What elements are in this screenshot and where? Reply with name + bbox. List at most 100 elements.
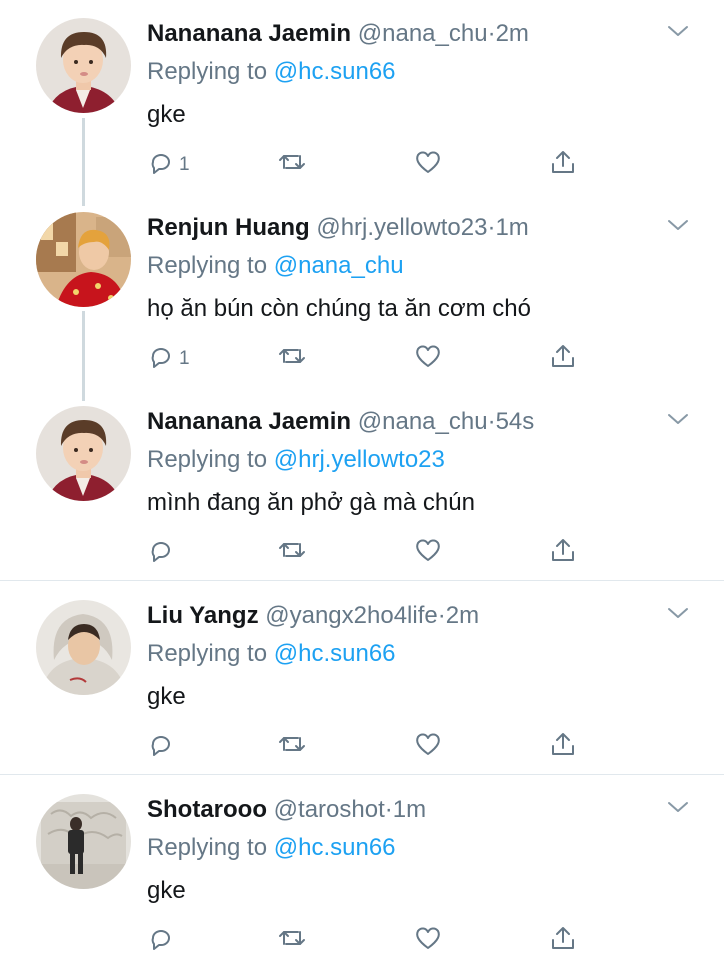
replying-to-handle[interactable]: @hc.sun66 (274, 640, 396, 667)
tweet-body: Nananana Jaemin @nana_chu·54s Replying t… (147, 408, 684, 518)
tweet-header: Nananana Jaemin @nana_chu·2m (147, 20, 684, 48)
chevron-down-icon[interactable] (666, 604, 690, 622)
retweet-button[interactable] (277, 922, 307, 954)
tweet-actions (147, 534, 587, 566)
chevron-down-icon[interactable] (666, 798, 690, 816)
replying-to: Replying to @hrj.yellowto23 (147, 446, 684, 474)
retweet-icon (279, 349, 305, 363)
reply-button[interactable] (147, 922, 179, 954)
replying-to-label: Replying to (147, 834, 268, 861)
tweet-divider (0, 774, 724, 775)
reply-count: 1 (179, 348, 190, 369)
avatar[interactable] (36, 212, 131, 307)
chevron-down-icon[interactable] (666, 22, 690, 40)
like-button[interactable] (413, 146, 443, 178)
chevron-down-icon[interactable] (666, 410, 690, 428)
chevron-down-icon[interactable] (666, 216, 690, 234)
separator-dot: · (384, 796, 393, 823)
replying-to: Replying to @hc.sun66 (147, 58, 684, 86)
reply-icon (151, 930, 170, 950)
separator-dot: · (487, 408, 496, 435)
tweet[interactable]: Nananana Jaemin @nana_chu·2m Replying to… (0, 0, 724, 196)
tweet-time[interactable]: 2m (446, 602, 479, 629)
author-handle[interactable]: @hrj.yellowto23 (316, 214, 487, 241)
tweet-time[interactable]: 1m (495, 214, 528, 241)
share-button[interactable] (549, 534, 577, 566)
replying-to-handle[interactable]: @nana_chu (274, 252, 404, 279)
tweet[interactable]: Shotarooo @taroshot·1m Replying to @hc.s… (0, 776, 724, 960)
share-icon (552, 539, 574, 561)
avatar-image (36, 794, 131, 889)
reply-icon (151, 154, 170, 174)
tweet-time[interactable]: 1m (393, 796, 426, 823)
author-name[interactable]: Renjun Huang (147, 214, 310, 241)
like-button[interactable] (413, 728, 443, 760)
heart-icon (416, 345, 440, 367)
retweet-button[interactable] (277, 340, 307, 372)
replying-to-label: Replying to (147, 252, 268, 279)
tweet-text: mình đang ăn phở gà mà chún (147, 489, 475, 516)
tweet-text: gke (147, 101, 186, 128)
author-handle[interactable]: @taroshot (274, 796, 385, 823)
share-button[interactable] (549, 728, 577, 760)
retweet-icon (279, 155, 305, 169)
share-button[interactable] (549, 340, 577, 372)
replying-to-handle[interactable]: @hc.sun66 (274, 58, 396, 85)
share-icon (552, 927, 574, 949)
author-handle[interactable]: @yangx2ho4life (265, 602, 437, 629)
tweet-body: Liu Yangz @yangx2ho4life·2m Replying to … (147, 602, 684, 712)
share-button[interactable] (549, 146, 577, 178)
reply-icon (151, 736, 170, 756)
tweet[interactable]: Liu Yangz @yangx2ho4life·2m Replying to … (0, 582, 724, 774)
tweet-text: họ ăn bún còn chúng ta ăn cơm chó (147, 295, 531, 322)
reply-button[interactable]: 1 (147, 340, 190, 372)
share-icon (552, 733, 574, 755)
reply-button[interactable]: 1 (147, 146, 190, 178)
heart-icon (416, 927, 440, 949)
reply-button[interactable] (147, 534, 179, 566)
tweet[interactable]: Nananana Jaemin @nana_chu·54s Replying t… (0, 388, 724, 580)
avatar[interactable] (36, 600, 131, 695)
tweet-actions: 1 (147, 340, 587, 372)
heart-icon (416, 539, 440, 561)
avatar-image (36, 18, 131, 113)
author-name[interactable]: Liu Yangz (147, 602, 259, 629)
author-handle[interactable]: @nana_chu (358, 408, 488, 435)
separator-dot: · (437, 602, 446, 629)
tweet-text: gke (147, 683, 186, 710)
retweet-button[interactable] (277, 534, 307, 566)
avatar-image (36, 406, 131, 501)
like-button[interactable] (413, 340, 443, 372)
tweet-body: Renjun Huang @hrj.yellowto23·1m Replying… (147, 214, 684, 324)
like-button[interactable] (413, 534, 443, 566)
replying-to-label: Replying to (147, 640, 268, 667)
avatar[interactable] (36, 406, 131, 501)
reply-icon (151, 348, 170, 368)
avatar[interactable] (36, 18, 131, 113)
share-button[interactable] (549, 922, 577, 954)
avatar[interactable] (36, 794, 131, 889)
share-icon (552, 151, 574, 173)
replying-to-label: Replying to (147, 58, 268, 85)
author-handle[interactable]: @nana_chu (358, 20, 488, 47)
tweet-header: Renjun Huang @hrj.yellowto23·1m (147, 214, 684, 242)
tweet-text: gke (147, 877, 186, 904)
retweet-button[interactable] (277, 728, 307, 760)
reply-button[interactable] (147, 728, 179, 760)
author-name[interactable]: Shotarooo (147, 796, 267, 823)
avatar-image (36, 600, 131, 695)
like-button[interactable] (413, 922, 443, 954)
tweet-time[interactable]: 54s (496, 408, 535, 435)
tweet[interactable]: Renjun Huang @hrj.yellowto23·1m Replying… (0, 194, 724, 388)
tweet-actions (147, 922, 587, 954)
tweet-actions: 1 (147, 146, 587, 178)
author-name[interactable]: Nananana Jaemin (147, 20, 351, 47)
avatar-image (36, 212, 131, 307)
author-name[interactable]: Nananana Jaemin (147, 408, 351, 435)
replying-to-handle[interactable]: @hrj.yellowto23 (274, 446, 445, 473)
tweet-header: Shotarooo @taroshot·1m (147, 796, 684, 824)
tweet-time[interactable]: 2m (496, 20, 529, 47)
replying-to-handle[interactable]: @hc.sun66 (274, 834, 396, 861)
retweet-button[interactable] (277, 146, 307, 178)
tweet-header: Liu Yangz @yangx2ho4life·2m (147, 602, 684, 630)
